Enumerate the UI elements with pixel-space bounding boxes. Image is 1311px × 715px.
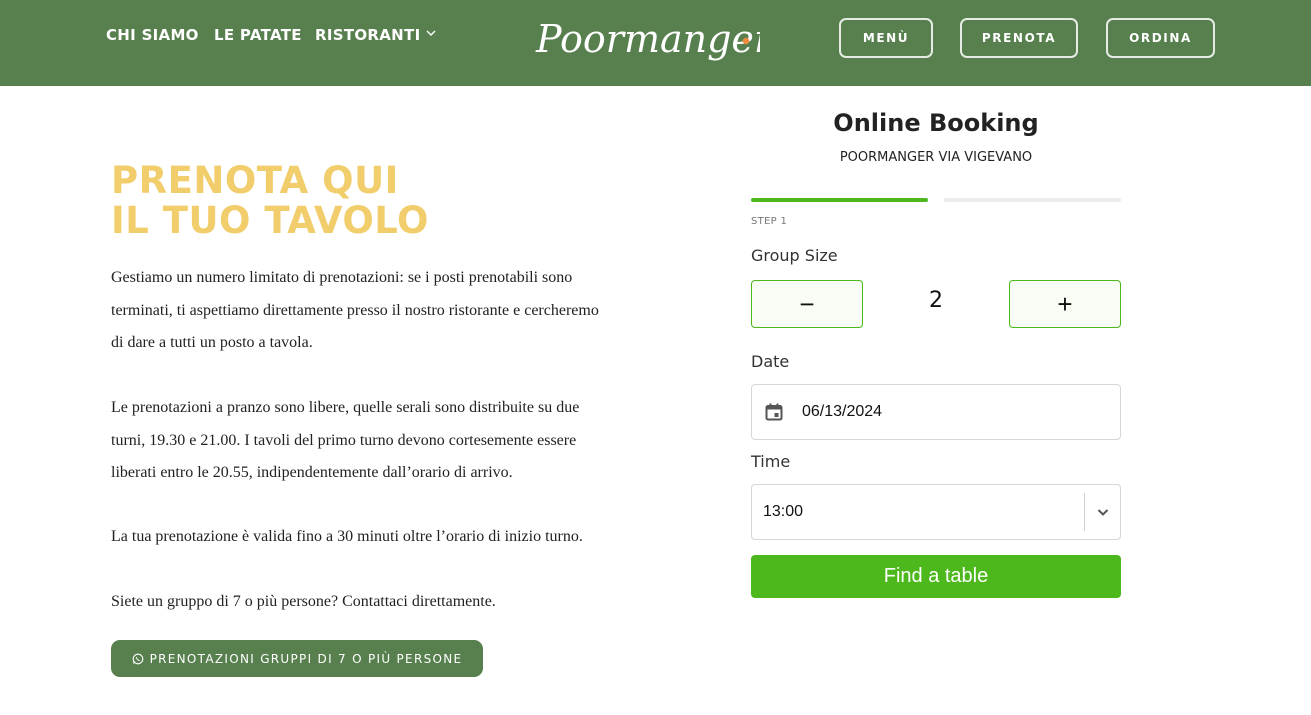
date-label: Date bbox=[751, 352, 790, 371]
intro-paragraph-4: Siete un gruppo di 7 o più persone? Cont… bbox=[111, 593, 496, 610]
time-label: Time bbox=[751, 452, 791, 471]
booking-title: Online Booking bbox=[833, 109, 1039, 137]
intro-paragraph-3: La tua prenotazione è valida fino a 30 m… bbox=[111, 528, 583, 545]
date-value: 06/13/2024 bbox=[802, 403, 883, 420]
calendar-icon bbox=[765, 403, 783, 421]
prenota-button[interactable]: PRENOTA bbox=[960, 18, 1078, 58]
increase-group-button[interactable]: + bbox=[1009, 280, 1121, 328]
nav-chi-siamo[interactable]: CHI SIAMO bbox=[106, 26, 199, 48]
headline-line-2: IL TUO TAVOLO bbox=[111, 199, 429, 242]
page-headline: PRENOTA QUI IL TUO TAVOLO bbox=[111, 161, 429, 241]
intro-paragraph-2: Le prenotazioni a pranzo sono libere, qu… bbox=[111, 399, 580, 481]
site-header: CHI SIAMO LE PATATE RISTORANTI Poormange… bbox=[0, 0, 1311, 86]
date-field[interactable]: 06/13/2024 bbox=[751, 384, 1121, 440]
group-booking-button[interactable]: PRENOTAZIONI GRUPPI DI 7 O PIÙ PERSONE bbox=[111, 640, 483, 677]
step-label: STEP 1 bbox=[751, 216, 788, 227]
nav-le-patate[interactable]: LE PATATE bbox=[214, 26, 302, 48]
poormanger-logo[interactable]: Poormanger bbox=[530, 8, 760, 78]
logo-text: Poormanger bbox=[535, 17, 760, 61]
chevron-down-icon bbox=[426, 30, 436, 36]
ordina-button[interactable]: ORDINA bbox=[1106, 18, 1215, 58]
group-size-label: Group Size bbox=[751, 246, 838, 265]
group-booking-label: PRENOTAZIONI GRUPPI DI 7 O PIÙ PERSONE bbox=[149, 651, 463, 666]
select-divider bbox=[1084, 493, 1085, 531]
group-size-value: 2 bbox=[929, 288, 943, 313]
logo-dot bbox=[742, 37, 750, 45]
nav-ristoranti[interactable]: RISTORANTI bbox=[315, 26, 436, 48]
menu-button[interactable]: MENÙ bbox=[839, 18, 933, 58]
nav-ristoranti-label: RISTORANTI bbox=[315, 26, 421, 44]
find-table-button[interactable]: Find a table bbox=[751, 555, 1121, 598]
restaurant-name: POORMANGER VIA VIGEVANO bbox=[839, 150, 1033, 165]
headline-line-1: PRENOTA QUI bbox=[111, 159, 399, 202]
minus-icon: − bbox=[799, 288, 815, 319]
chevron-down-icon[interactable] bbox=[1095, 504, 1111, 520]
whatsapp-icon bbox=[132, 653, 143, 664]
time-select[interactable]: 13:00 bbox=[751, 484, 1121, 540]
intro-paragraph-1: Gestiamo un numero limitato di prenotazi… bbox=[111, 269, 599, 351]
step-progress-inactive bbox=[944, 198, 1121, 202]
decrease-group-button[interactable]: − bbox=[751, 280, 863, 328]
step-progress-active bbox=[751, 198, 928, 202]
plus-icon: + bbox=[1057, 288, 1073, 319]
time-value: 13:00 bbox=[763, 503, 804, 520]
